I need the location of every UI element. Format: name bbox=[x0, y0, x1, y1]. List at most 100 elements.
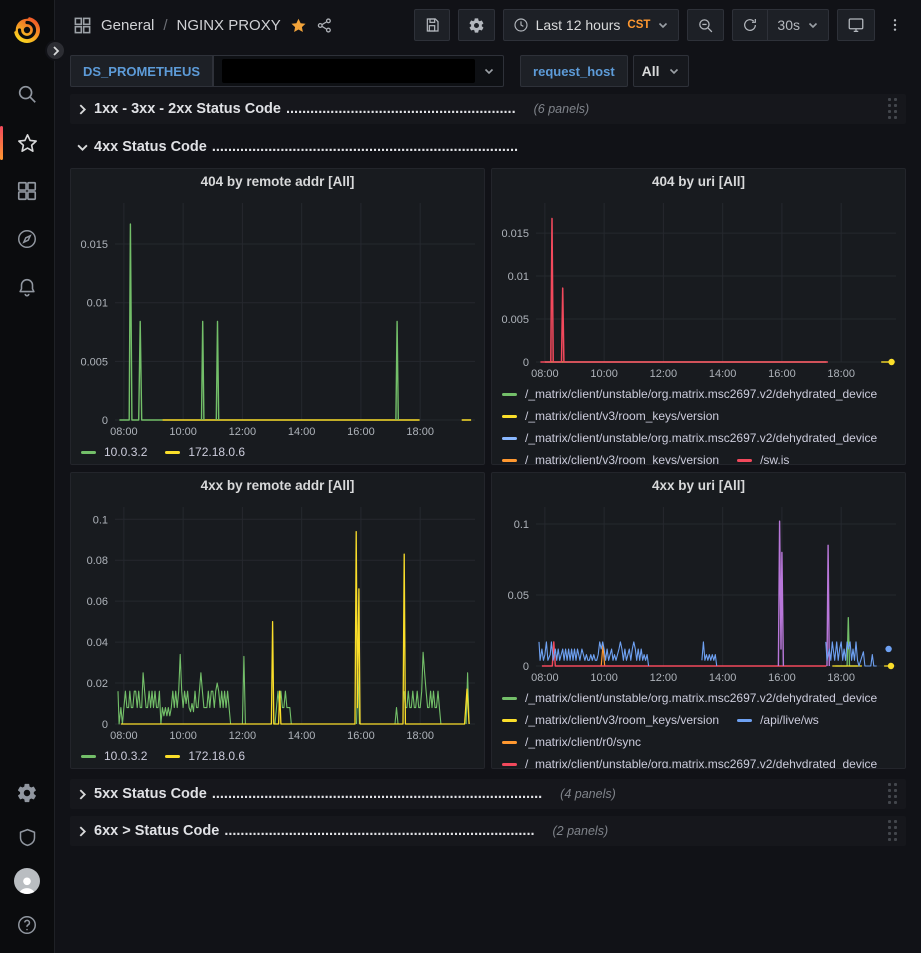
time-series-chart[interactable]: 08:0010:0012:0014:0016:0018:0000.0050.01… bbox=[71, 195, 484, 441]
top-navbar: General / NGINX PROXY bbox=[55, 0, 921, 50]
legend-series-label: /_matrix/client/unstable/org.matrix.msc2… bbox=[525, 387, 877, 401]
row-header-4xx-status-code[interactable]: 4xx Status Code ........................… bbox=[70, 132, 906, 162]
legend-series-label: 172.18.0.6 bbox=[188, 749, 245, 763]
row-header-1xx-3xx-2xx-status-code[interactable]: 1xx - 3xx - 2xx Status Code ............… bbox=[70, 94, 906, 124]
breadcrumb-dashboard-title[interactable]: NGINX PROXY bbox=[177, 17, 281, 34]
y-tick-label: 0.08 bbox=[87, 555, 108, 567]
breadcrumb-section[interactable]: General bbox=[101, 17, 154, 34]
legend-item[interactable]: /_matrix/client/v3/room_keys/version bbox=[502, 405, 719, 427]
search-icon bbox=[16, 83, 38, 105]
time-range-picker[interactable]: Last 12 hours CST bbox=[503, 9, 680, 41]
time-series-chart[interactable]: 08:0010:0012:0014:0016:0018:0000.0050.01… bbox=[492, 195, 905, 383]
request-host-variable-dropdown[interactable]: All bbox=[633, 55, 689, 87]
row-drag-handle[interactable] bbox=[886, 781, 900, 807]
cycle-view-mode-button[interactable] bbox=[837, 9, 875, 41]
legend-item[interactable]: 10.0.3.2 bbox=[81, 441, 147, 463]
row-header-6xx-status-code[interactable]: 6xx > Status Code ......................… bbox=[70, 816, 906, 846]
more-options-button[interactable] bbox=[883, 9, 907, 41]
chevron-down-icon bbox=[483, 65, 495, 77]
legend-series-swatch bbox=[502, 437, 517, 440]
bell-icon bbox=[16, 276, 38, 298]
refresh-button-group: 30s bbox=[732, 9, 829, 41]
legend-series-swatch bbox=[502, 459, 517, 462]
series-line bbox=[540, 219, 828, 363]
request-host-variable-label: request_host bbox=[520, 55, 628, 87]
legend-item[interactable]: /_matrix/client/unstable/org.matrix.msc2… bbox=[502, 753, 877, 768]
refresh-button[interactable] bbox=[732, 9, 767, 41]
sidebar-item-starred[interactable] bbox=[0, 121, 55, 165]
panel-title[interactable]: 4xx by uri [All] bbox=[492, 473, 905, 499]
y-tick-label: 0.005 bbox=[80, 356, 108, 368]
sidebar-item-configuration[interactable] bbox=[0, 771, 55, 815]
sidebar-item-help[interactable] bbox=[0, 903, 55, 947]
time-series-chart[interactable]: 08:0010:0012:0014:0016:0018:0000.050.1 bbox=[492, 499, 905, 687]
panel-title[interactable]: 404 by remote addr [All] bbox=[71, 169, 484, 195]
legend-item[interactable]: /_matrix/client/v3/room_keys/version bbox=[502, 709, 719, 731]
chevron-down-icon bbox=[668, 65, 680, 77]
legend-item[interactable]: /_matrix/client/unstable/org.matrix.msc2… bbox=[502, 687, 877, 709]
save-icon bbox=[424, 17, 440, 33]
sidebar-expand-button[interactable] bbox=[45, 40, 66, 61]
series-line bbox=[778, 521, 829, 666]
gear-icon bbox=[16, 782, 38, 804]
datasource-variable-dropdown[interactable] bbox=[213, 55, 504, 87]
zoom-out-time-button[interactable] bbox=[687, 9, 724, 41]
legend-series-label: /_matrix/client/r0/sync bbox=[525, 735, 641, 749]
legend-item[interactable]: 172.18.0.6 bbox=[165, 441, 245, 463]
dashboard-settings-button[interactable] bbox=[458, 9, 495, 41]
y-tick-label: 0.1 bbox=[514, 519, 529, 531]
legend-item[interactable]: /_matrix/client/unstable/org.matrix.msc2… bbox=[502, 383, 877, 405]
request-host-value: All bbox=[642, 63, 660, 79]
favorite-star-icon[interactable] bbox=[290, 17, 307, 34]
refresh-interval-dropdown[interactable]: 30s bbox=[767, 9, 829, 41]
legend-item[interactable]: 10.0.3.2 bbox=[81, 745, 147, 767]
sidebar-item-dashboards[interactable] bbox=[0, 169, 55, 213]
y-tick-label: 0.015 bbox=[80, 239, 108, 251]
compass-icon bbox=[16, 228, 38, 250]
legend-item[interactable]: /api/live/ws bbox=[737, 709, 819, 731]
sidebar-item-profile[interactable] bbox=[0, 859, 55, 903]
legend-item[interactable]: /sw.js bbox=[737, 449, 789, 464]
x-tick-label: 10:00 bbox=[169, 426, 197, 438]
legend-item[interactable]: /_matrix/client/r0/sync bbox=[502, 731, 641, 753]
panel-404-by-remote-addr: 404 by remote addr [All] 08:0010:0012:00… bbox=[70, 168, 485, 465]
sidebar-item-server-admin[interactable] bbox=[0, 815, 55, 859]
x-tick-label: 14:00 bbox=[288, 730, 316, 742]
sidebar-item-explore[interactable] bbox=[0, 217, 55, 261]
x-tick-label: 16:00 bbox=[768, 672, 796, 684]
legend-series-swatch bbox=[165, 451, 180, 454]
panel-title[interactable]: 4xx by remote addr [All] bbox=[71, 473, 484, 499]
row-drag-handle[interactable] bbox=[886, 818, 900, 844]
row-title-leader-dots: ........................................… bbox=[212, 139, 518, 155]
chevron-down-icon bbox=[807, 19, 819, 31]
legend-item[interactable]: 172.18.0.6 bbox=[165, 745, 245, 767]
panel-title[interactable]: 404 by uri [All] bbox=[492, 169, 905, 195]
legend-series-swatch bbox=[81, 755, 96, 758]
user-icon bbox=[16, 874, 38, 894]
legend-series-label: /_matrix/client/v3/room_keys/version bbox=[525, 453, 719, 464]
x-tick-label: 16:00 bbox=[347, 426, 375, 438]
sidebar-item-alerting[interactable] bbox=[0, 265, 55, 309]
y-tick-label: 0.005 bbox=[501, 314, 529, 326]
sidebar-item-search[interactable] bbox=[0, 72, 55, 116]
legend-item[interactable]: /_matrix/client/v3/room_keys/version bbox=[502, 449, 719, 464]
gear-icon bbox=[468, 17, 485, 34]
row-header-5xx-status-code[interactable]: 5xx Status Code ........................… bbox=[70, 779, 906, 809]
row-panel-count: (6 panels) bbox=[534, 102, 590, 116]
time-series-chart[interactable]: 08:0010:0012:0014:0016:0018:0000.020.040… bbox=[71, 499, 484, 745]
y-tick-label: 0.05 bbox=[508, 590, 529, 602]
series-end-dot bbox=[885, 646, 891, 652]
datasource-value-redacted bbox=[222, 59, 475, 83]
row-drag-handle[interactable] bbox=[886, 96, 900, 122]
share-icon[interactable] bbox=[316, 17, 333, 34]
breadcrumb: General / NGINX PROXY bbox=[73, 16, 333, 35]
legend-item[interactable]: /_matrix/client/unstable/org.matrix.msc2… bbox=[502, 427, 877, 449]
legend-series-label: 10.0.3.2 bbox=[104, 749, 147, 763]
series-end-dot bbox=[888, 359, 894, 365]
save-dashboard-button[interactable] bbox=[414, 9, 450, 41]
legend-series-swatch bbox=[502, 415, 517, 418]
chart-svg: 08:0010:0012:0014:0016:0018:0000.0050.01… bbox=[71, 195, 484, 441]
row-title-leader-dots: ........................................… bbox=[224, 823, 534, 839]
x-tick-label: 14:00 bbox=[288, 426, 316, 438]
chevron-down-icon bbox=[74, 139, 90, 155]
